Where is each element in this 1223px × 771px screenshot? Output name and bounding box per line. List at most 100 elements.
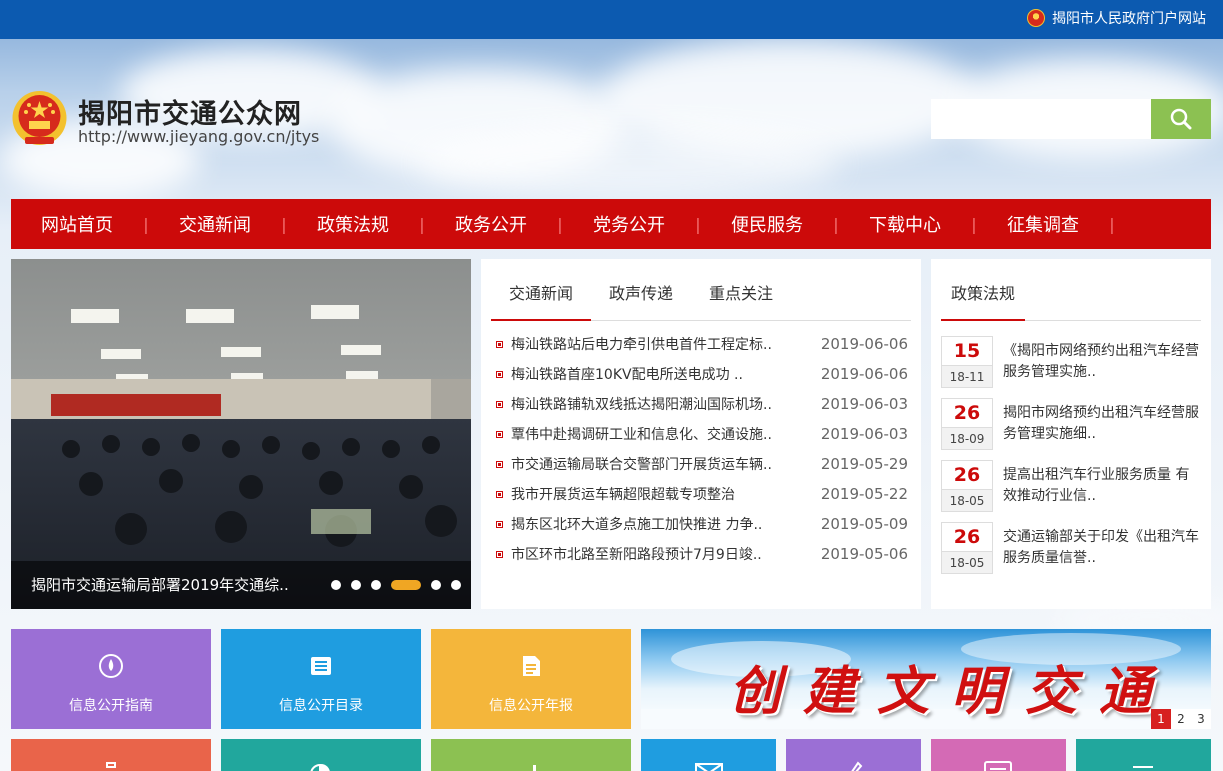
news-item: 梅汕铁路铺轨双线抵达揭阳潮汕国际机场.. 2019-06-03 <box>496 389 908 419</box>
nav-party-affairs[interactable]: 党务公开 <box>593 211 665 237</box>
chart-icon <box>533 765 536 771</box>
briefcase-icon <box>106 762 116 768</box>
bullet-icon <box>496 370 503 378</box>
date-badge: 26 18-05 <box>941 522 993 574</box>
policy-item-title[interactable]: 揭阳市网络预约出租汽车经营服务管理实施细.. <box>1003 403 1201 445</box>
policy-item-title[interactable]: 交通运输部关于印发《出租汽车服务质量信誉.. <box>1003 527 1201 569</box>
pen-icon <box>851 761 863 771</box>
bullet-icon <box>496 460 503 468</box>
policy-panel: 政策法规 15 18-11 《揭阳市网络预约出租汽车经营服务管理实施.. 26 … <box>931 259 1211 609</box>
tab-gov-voice[interactable]: 政声传递 <box>591 281 691 321</box>
date-year-month: 18-09 <box>942 427 992 449</box>
document-icon <box>984 761 1012 771</box>
nav-downloads[interactable]: 下载中心 <box>869 211 941 237</box>
policy-item-title[interactable]: 《揭阳市网络预约出租汽车经营服务管理实施.. <box>1003 341 1201 383</box>
nav-traffic-news[interactable]: 交通新闻 <box>179 211 251 237</box>
tab-key-focus[interactable]: 重点关注 <box>691 281 791 321</box>
search-input[interactable] <box>931 99 1151 139</box>
news-item: 我市开展货运车辆超限超载专项整治 2019-05-22 <box>496 479 908 509</box>
date-year-month: 18-05 <box>942 489 992 511</box>
banner-page-2[interactable]: 2 <box>1171 709 1191 729</box>
tile-list[interactable] <box>1076 739 1211 771</box>
slider-dot[interactable] <box>371 580 381 590</box>
news-tabs: 交通新闻 政声传递 重点关注 <box>491 281 911 321</box>
news-item-title[interactable]: 市区环市北路至新阳路段预计7月9日竣.. <box>511 544 801 564</box>
nav-separator: | <box>557 214 563 234</box>
search-button[interactable] <box>1151 99 1211 139</box>
policy-item[interactable]: 26 18-09 揭阳市网络预约出租汽车经营服务管理实施细.. <box>941 398 1201 452</box>
slider-dot[interactable] <box>331 580 341 590</box>
news-panel: 交通新闻 政声传递 重点关注 梅汕铁路站后电力牵引供电首件工程定标.. 2019-… <box>481 259 921 609</box>
news-item-title[interactable]: 市交通运输局联合交警部门开展货运车辆.. <box>511 454 801 474</box>
news-item: 梅汕铁路首座10KV配电所送电成功 .. 2019-06-06 <box>496 359 908 389</box>
site-title: 揭阳市交通公众网 <box>78 99 302 130</box>
policy-item[interactable]: 15 18-11 《揭阳市网络预约出租汽车经营服务管理实施.. <box>941 336 1201 390</box>
nav-separator: | <box>419 214 425 234</box>
tile-feedback[interactable] <box>786 739 921 771</box>
date-day: 26 <box>953 526 981 548</box>
nav-public-service[interactable]: 便民服务 <box>731 211 803 237</box>
bullet-icon <box>496 490 503 498</box>
slider-dot-active[interactable] <box>391 580 421 590</box>
date-year-month: 18-05 <box>942 551 992 573</box>
government-portal-link[interactable]: 揭阳市人民政府门户网站 <box>1027 8 1206 28</box>
tile-briefcase[interactable] <box>11 739 211 771</box>
policy-item[interactable]: 26 18-05 交通运输部关于印发《出租汽车服务质量信誉.. <box>941 522 1201 576</box>
banner-slogan: 创建文明交通 <box>729 661 1174 722</box>
bullet-icon <box>496 400 503 408</box>
news-item-date: 2019-05-06 <box>820 545 908 563</box>
news-item-title[interactable]: 覃伟中赴揭调研工业和信息化、交通设施.. <box>511 424 801 444</box>
top-bar: 揭阳市人民政府门户网站 <box>0 0 1223 39</box>
tile-data[interactable] <box>431 739 631 771</box>
news-item-title[interactable]: 梅汕铁路站后电力牵引供电首件工程定标.. <box>511 334 801 354</box>
news-item-date: 2019-06-03 <box>820 425 908 443</box>
tile-documents[interactable] <box>931 739 1066 771</box>
slider-dots <box>331 580 471 590</box>
nav-separator: | <box>971 214 977 234</box>
tab-traffic-news[interactable]: 交通新闻 <box>491 281 592 321</box>
news-item-date: 2019-06-06 <box>820 365 908 383</box>
nav-home[interactable]: 网站首页 <box>41 211 113 237</box>
tile-statistics[interactable] <box>221 739 421 771</box>
national-emblem-icon <box>1027 9 1045 27</box>
news-item: 市交通运输局联合交警部门开展货运车辆.. 2019-05-29 <box>496 449 908 479</box>
nav-gov-affairs[interactable]: 政务公开 <box>455 211 527 237</box>
date-badge: 26 18-05 <box>941 460 993 512</box>
tile-disclosure-catalog[interactable]: 信息公开目录 <box>221 629 421 729</box>
slider-dot[interactable] <box>451 580 461 590</box>
news-item-date: 2019-06-03 <box>820 395 908 413</box>
tile-mailbox[interactable] <box>641 739 776 771</box>
news-item: 市区环市北路至新阳路段预计7月9日竣.. 2019-05-06 <box>496 539 908 569</box>
date-day: 26 <box>953 464 981 486</box>
policy-item[interactable]: 26 18-05 提高出租汽车行业服务质量 有效推动行业信.. <box>941 460 1201 514</box>
nav-separator: | <box>143 214 149 234</box>
tile-label: 信息公开指南 <box>69 698 153 714</box>
banner-page-1[interactable]: 1 <box>1151 709 1171 729</box>
pie-chart-icon <box>310 763 330 771</box>
slider-caption[interactable]: 揭阳市交通运输局部署2019年交通综.. <box>31 574 311 595</box>
slide-photo <box>11 259 471 609</box>
policy-panel-title[interactable]: 政策法规 <box>941 281 1026 321</box>
policy-item-title[interactable]: 提高出租汽车行业服务质量 有效推动行业信.. <box>1003 465 1201 507</box>
news-item-title[interactable]: 梅汕铁路首座10KV配电所送电成功 .. <box>511 364 801 384</box>
news-item-title[interactable]: 我市开展货运车辆超限超载专项整治 <box>511 484 801 504</box>
report-icon <box>523 656 540 676</box>
banner-page-3[interactable]: 3 <box>1191 709 1211 729</box>
portal-link-label: 揭阳市人民政府门户网站 <box>1052 11 1206 27</box>
nav-separator: | <box>833 214 839 234</box>
tile-annual-report[interactable]: 信息公开年报 <box>431 629 631 729</box>
nav-policy[interactable]: 政策法规 <box>317 211 389 237</box>
tile-disclosure-guide[interactable]: 信息公开指南 <box>11 629 211 729</box>
site-url: http://www.jieyang.gov.cn/jtys <box>78 127 320 146</box>
bullet-icon <box>496 340 503 348</box>
slider-dot[interactable] <box>431 580 441 590</box>
news-item-title[interactable]: 梅汕铁路铺轨双线抵达揭阳潮汕国际机场.. <box>511 394 801 414</box>
bullet-icon <box>496 430 503 438</box>
compass-icon <box>99 654 123 678</box>
news-photo-slider[interactable]: 揭阳市交通运输局部署2019年交通综.. <box>11 259 471 609</box>
slider-dot[interactable] <box>351 580 361 590</box>
news-item-title[interactable]: 揭东区北环大道多点施工加快推进 力争.. <box>511 514 801 534</box>
news-item-date: 2019-06-06 <box>820 335 908 353</box>
nav-survey[interactable]: 征集调查 <box>1007 211 1079 237</box>
civilized-traffic-banner[interactable]: 创建文明交通 1 2 3 <box>641 629 1211 729</box>
